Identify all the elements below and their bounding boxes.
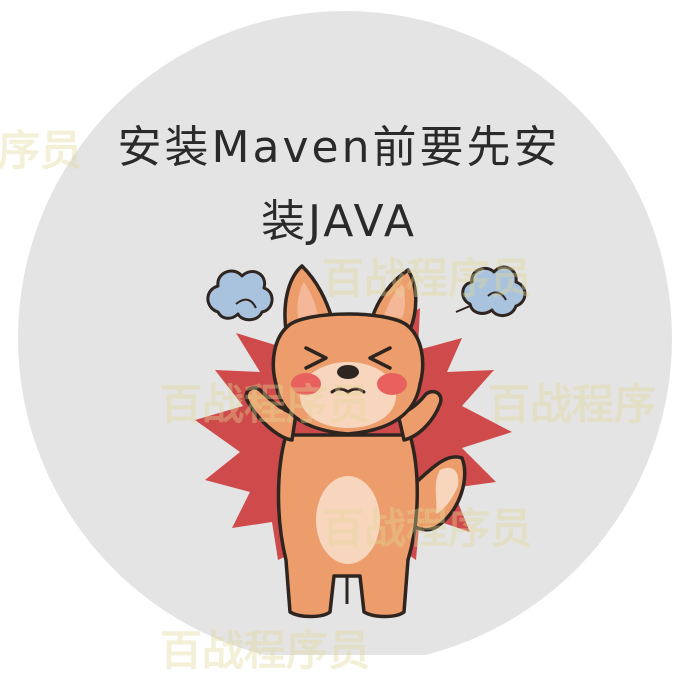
watermark-lower: 百战程序员 (322, 504, 533, 553)
title-line-2: 装JAVA (261, 196, 417, 247)
steam-cloud-left-icon (206, 269, 274, 322)
watermark-bottom: 百战程序员 (160, 626, 371, 675)
illustration-canvas (18, 11, 672, 655)
dog-nose (337, 365, 359, 379)
title-line-1: 安装Maven前要先安 (117, 122, 561, 173)
watermark-upper: 百战程序员 (322, 254, 533, 303)
watermark-right: 百战程序 (488, 380, 657, 429)
dog-blush-right (377, 373, 407, 395)
watermark-middle: 百战程序员 (160, 380, 371, 429)
